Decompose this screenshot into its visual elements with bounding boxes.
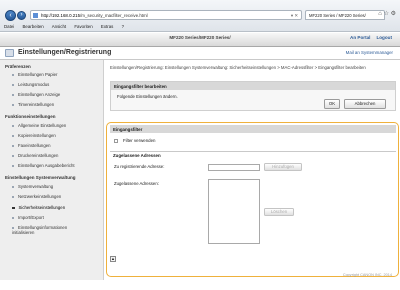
bullet-icon — [12, 103, 14, 106]
sidebar-item-paper[interactable]: Einstellungen Papier — [12, 72, 102, 77]
allowed-addresses-title: Zugelassene Adressen — [110, 151, 396, 158]
sidebar-item-copy[interactable]: Kopiereinstellungen — [12, 133, 102, 138]
menu-favoriten[interactable]: Favoriten — [74, 24, 92, 29]
menu-datei[interactable]: Datei — [4, 24, 14, 29]
window-tools-icons[interactable]: ⌂ ☆ ⚙ — [378, 10, 396, 17]
sidebar-item-initialize[interactable]: Einstellungsinformationen initialisieren — [12, 225, 74, 235]
bullet-icon — [12, 154, 14, 157]
model-name: MF220 Series/MF220 Series/ — [169, 35, 231, 40]
bullet-icon — [12, 93, 14, 96]
register-address-input[interactable] — [208, 164, 260, 171]
use-filter-row: Filter verwenden — [114, 138, 155, 143]
bullet-icon — [12, 83, 14, 86]
bullet-icon — [12, 134, 14, 137]
sidebar-item-performance[interactable]: Leistungsmodus — [12, 82, 102, 87]
main-content: Einstellungen/Registrierung: Einstellung… — [104, 60, 400, 280]
add-button[interactable]: Hinzufügen — [264, 163, 302, 171]
sidebar-item-security[interactable]: Sicherheitseinstellungen — [12, 205, 102, 210]
sidebar-section-system: Einstellungen Systemverwaltung — [5, 175, 76, 180]
forward-arrow-icon[interactable]: › — [17, 11, 26, 20]
sidebar-item-system-management[interactable]: Systemverwaltung — [12, 184, 102, 189]
use-filter-label: Filter verwenden — [123, 138, 156, 143]
menu-ansicht[interactable]: Ansicht — [52, 24, 66, 29]
bullet-icon — [12, 195, 14, 198]
edit-panel-message: Folgende Einstellungen ändern. — [117, 94, 178, 99]
title-bar: Einstellungen/Registrierung Mail an Syst… — [0, 47, 400, 60]
address-tools[interactable]: ▾ ✕ — [291, 13, 298, 19]
delete-button[interactable]: Löschen — [264, 208, 294, 216]
mail-system-manager-link[interactable]: Mail an Systemmanager — [346, 50, 393, 55]
filter-section-title: Eingangsfilter — [110, 125, 396, 133]
bullet-icon — [12, 164, 14, 167]
page-top-icon[interactable]: ▲ — [110, 256, 116, 262]
logout-link[interactable]: Logout — [376, 35, 392, 40]
copyright: Copyright CANON INC. 2014 — [342, 273, 392, 277]
sidebar-item-timer[interactable]: Timereinstellungen — [12, 102, 102, 107]
use-filter-checkbox[interactable] — [114, 138, 118, 143]
bullet-icon — [12, 124, 14, 127]
sidebar-item-fax[interactable]: Faxeinstellungen — [12, 143, 102, 148]
allowed-addresses-label: Zugelassene Adressen: — [114, 181, 159, 186]
menu-bearbeiten[interactable]: Bearbeiten — [22, 24, 43, 29]
page-title: Einstellungen/Registrierung — [18, 49, 112, 56]
bullet-icon — [12, 73, 14, 76]
sidebar-section-functions: Funktionseinstellungen — [5, 114, 56, 119]
sidebar-item-import-export[interactable]: Import/Export — [12, 215, 102, 220]
sidebar-item-report[interactable]: Einstellungen Ausgabebericht — [12, 163, 102, 168]
edit-panel: Eingangsfilter bearbeiten Folgende Einst… — [110, 81, 396, 111]
bullet-icon — [12, 185, 14, 188]
allowed-addresses-list[interactable] — [208, 179, 260, 244]
portal-link[interactable]: An Portal — [350, 35, 370, 40]
edit-panel-title: Eingangsfilter bearbeiten — [111, 82, 395, 90]
cancel-button[interactable]: Abbrechen — [344, 99, 386, 109]
menu-extras[interactable]: Extras — [101, 24, 113, 29]
browser-chrome: ‹ › http://192.168.0.215/m_security_macf… — [0, 0, 400, 32]
address-bar[interactable]: http://192.168.0.215/m_security_macfilte… — [30, 10, 302, 20]
sidebar-item-network[interactable]: Netzwerkeinstellungen — [12, 194, 102, 199]
bullet-icon — [12, 226, 14, 229]
browser-tab[interactable]: MF220 Series / MF220 Series/ — [305, 10, 385, 20]
sidebar-section-preferences: Präferenzen — [5, 64, 31, 69]
bullet-icon — [12, 144, 14, 147]
menu-bar: Datei Bearbeiten Ansicht Favoriten Extra… — [0, 22, 400, 31]
bullet-icon — [12, 206, 15, 210]
device-banner: MF220 Series/MF220 Series/ An Portal Logo… — [0, 33, 400, 47]
sidebar-item-display[interactable]: Einstellungen Anzeige — [12, 92, 102, 97]
menu-help[interactable]: ? — [122, 24, 124, 29]
settings-icon — [5, 49, 14, 57]
page-icon — [33, 13, 38, 18]
sidebar-item-general[interactable]: Allgemeine Einstellungen — [12, 123, 102, 128]
back-arrow-icon[interactable]: ‹ — [5, 10, 16, 21]
ok-button[interactable]: OK — [324, 99, 340, 109]
url-text: http://192.168.0.215/m_security_macfilte… — [41, 12, 148, 18]
sidebar-item-printer[interactable]: Druckereinstellungen — [12, 153, 102, 158]
sidebar: Präferenzen Einstellungen Papier Leistun… — [0, 60, 104, 280]
register-address-label: Zu registrierende Adresse: — [114, 164, 165, 169]
portal-links: An Portal Logout — [350, 35, 392, 40]
breadcrumb: Einstellungen/Registrierung: Einstellung… — [110, 65, 366, 70]
bullet-icon — [12, 216, 14, 219]
